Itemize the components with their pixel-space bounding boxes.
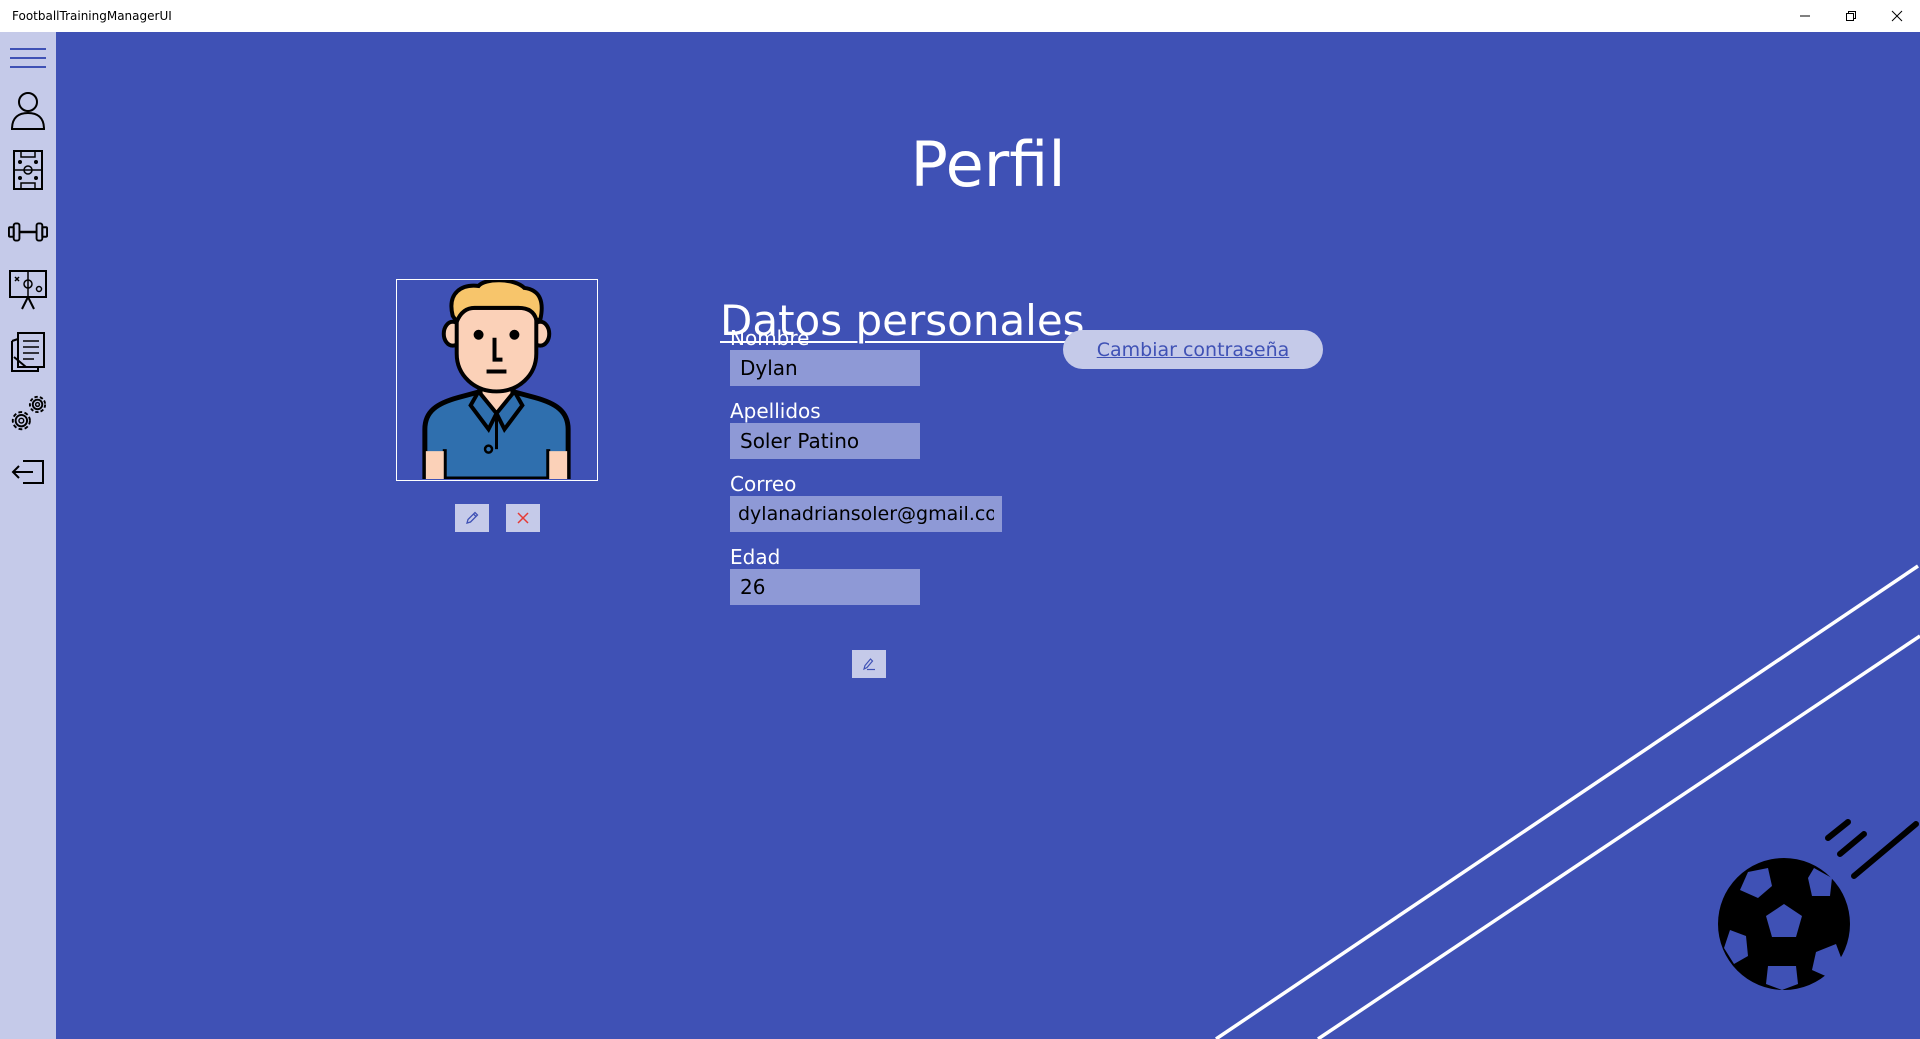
profile-picture-frame — [396, 279, 598, 481]
change-password-button[interactable]: Cambiar contraseña — [1063, 330, 1323, 369]
hamburger-menu-button[interactable] — [8, 38, 48, 78]
signature-pen-icon — [863, 658, 875, 671]
pencil-icon — [466, 511, 479, 524]
label-apellidos: Apellidos — [730, 399, 821, 423]
dumbbell-icon — [8, 222, 48, 242]
edit-photo-button[interactable] — [455, 504, 489, 532]
sidebar-item-tactics[interactable] — [8, 150, 48, 190]
minimize-button[interactable] — [1782, 0, 1828, 32]
logout-icon — [11, 460, 44, 484]
edit-personal-data-button[interactable] — [852, 650, 886, 678]
minimize-icon — [1800, 15, 1810, 17]
sidebar-item-settings[interactable] — [8, 394, 48, 434]
tactics-board-icon — [13, 150, 43, 190]
hamburger-menu-icon — [10, 48, 46, 68]
delete-x-icon — [517, 512, 529, 524]
label-nombre: Nombre — [730, 326, 810, 350]
title-bar: FootballTrainingManagerUI — [0, 0, 1920, 32]
sidebar-item-notes[interactable] — [8, 332, 48, 372]
sidebar-item-exercises[interactable] — [8, 212, 48, 252]
correo-field[interactable] — [730, 496, 1002, 532]
main-content: Perfil Datos personales Nombre Dylan Ape… — [56, 32, 1920, 1039]
training-presentation-icon — [9, 270, 47, 310]
restore-button[interactable] — [1828, 0, 1874, 32]
apellidos-field[interactable] — [730, 423, 920, 459]
label-edad: Edad — [730, 545, 781, 569]
edad-field[interactable] — [730, 569, 920, 605]
sidebar-item-trainings[interactable] — [8, 270, 48, 310]
sidebar — [0, 32, 56, 1039]
page-title: Perfil — [910, 128, 1066, 201]
restore-icon — [1846, 11, 1856, 21]
close-button[interactable] — [1874, 0, 1920, 32]
label-correo: Correo — [730, 472, 797, 496]
window-title: FootballTrainingManagerUI — [12, 9, 172, 23]
soccer-ball-icon — [1718, 819, 1919, 990]
settings-gears-icon — [11, 395, 47, 431]
nombre-field[interactable] — [730, 350, 920, 386]
delete-photo-button[interactable] — [506, 504, 540, 532]
notes-document-icon — [11, 332, 45, 372]
sidebar-item-logout[interactable] — [8, 452, 48, 492]
user-profile-icon — [10, 92, 46, 130]
avatar-image — [422, 280, 571, 480]
sidebar-item-profile[interactable] — [8, 90, 48, 130]
close-icon — [1891, 10, 1903, 22]
